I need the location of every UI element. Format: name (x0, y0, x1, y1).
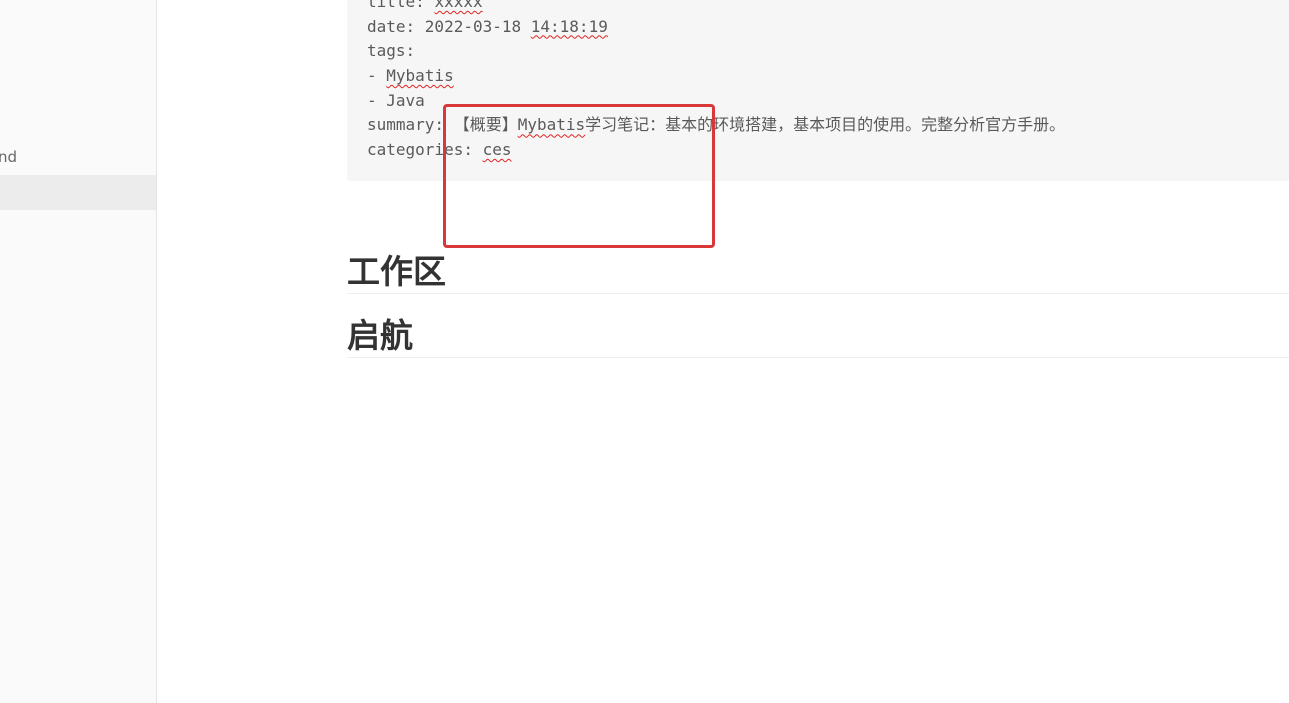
sidebar-item-active[interactable] (0, 175, 156, 210)
editor-content[interactable]: title: xxxxx date: 2022-03-18 14:18:19 t… (158, 0, 1289, 703)
heading-workspace[interactable]: 工作区 (347, 252, 1289, 294)
annotation-highlight-box (443, 104, 715, 248)
tag-value: Mybatis (386, 66, 454, 86)
title-value: xxxxx (434, 0, 483, 11)
front-matter-date-line: date: 2022-03-18 14:18:19 (367, 15, 1287, 40)
front-matter-tag-item: - Mybatis (367, 64, 1287, 89)
front-matter-tags-line: tags: (367, 41, 416, 61)
title-key: title: (367, 0, 435, 11)
sidebar-item-label: nd (0, 148, 18, 166)
date-key: date: 2022-03-18 (367, 16, 531, 36)
sidebar: nd (0, 0, 157, 703)
sidebar-item[interactable]: nd (0, 140, 156, 175)
tag-dash: - (367, 66, 387, 86)
heading-setsail[interactable]: 启航 (347, 316, 1289, 358)
date-time-value: 14:18:19 (530, 16, 608, 36)
front-matter-title-line: title: xxxxx (367, 0, 1287, 15)
